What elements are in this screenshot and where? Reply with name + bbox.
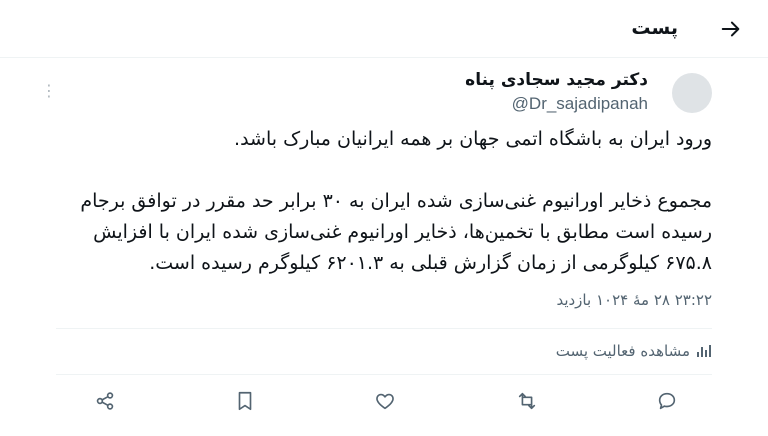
author-handle[interactable]: @Dr_sajadipanah xyxy=(512,94,648,114)
page-title: پست xyxy=(631,17,678,39)
post-header: پست xyxy=(0,0,768,58)
post-activity-label: مشاهده فعالیت پست xyxy=(555,342,690,360)
divider xyxy=(56,374,712,375)
avatar[interactable] xyxy=(672,73,712,113)
reply-icon[interactable] xyxy=(652,386,682,416)
heart-icon[interactable] xyxy=(370,386,400,416)
divider xyxy=(56,328,712,329)
post-timestamp[interactable]: ۲۳:۲۲ ۲۸ مهٔ ۱۰۲۴ بازدید xyxy=(556,291,712,309)
post-activity-link[interactable]: مشاهده فعالیت پست xyxy=(556,342,712,360)
post-paragraph: مجموع ذخایر اورانیوم غنی‌سازی شده ایران … xyxy=(80,190,712,274)
share-icon[interactable] xyxy=(90,386,120,416)
more-vertical-icon[interactable]: ⋮ xyxy=(41,80,57,100)
arrow-right-icon[interactable] xyxy=(716,14,746,44)
author-name[interactable]: دکتر مجید سجادی پناه xyxy=(465,70,648,90)
action-bar xyxy=(56,380,712,420)
repost-icon[interactable] xyxy=(512,386,542,416)
post-paragraph: ورود ایران به باشگاه اتمی جهان بر همه ای… xyxy=(234,128,712,150)
post-text: ورود ایران به باشگاه اتمی جهان بر همه ای… xyxy=(52,124,712,279)
bar-chart-icon xyxy=(696,343,712,359)
bookmark-icon[interactable] xyxy=(230,386,260,416)
